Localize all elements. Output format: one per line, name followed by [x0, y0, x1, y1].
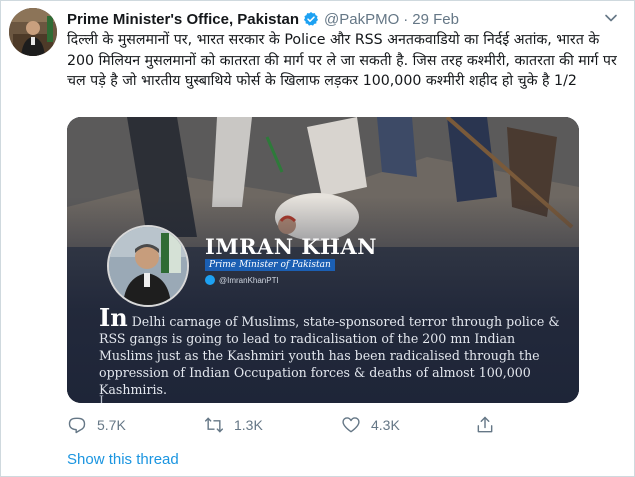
- tweet-container[interactable]: Prime Minister's Office, Pakistan @PakPM…: [0, 0, 635, 477]
- reply-button[interactable]: 5.7K: [67, 415, 126, 435]
- author-name[interactable]: Prime Minister's Office, Pakistan: [67, 11, 299, 28]
- show-thread-link[interactable]: Show this thread: [67, 451, 179, 468]
- header-separator: ·: [403, 10, 409, 28]
- quote-cutoff-text: I: [99, 393, 104, 403]
- author-avatar[interactable]: [9, 8, 57, 56]
- retweet-icon: [204, 417, 224, 433]
- tweet-actions: 5.7K 1.3K 4.3K: [67, 415, 527, 435]
- card-name: IMRAN KHAN: [205, 234, 377, 259]
- quote-dropcap: In: [99, 303, 128, 332]
- share-button[interactable]: [475, 415, 495, 440]
- chevron-down-icon[interactable]: [604, 11, 618, 25]
- quote-text: Delhi carnage of Muslims, state-sponsore…: [99, 314, 560, 397]
- like-count: 4.3K: [371, 417, 400, 433]
- card-handle-text: @ImranKhanPTI: [219, 275, 279, 285]
- retweet-button[interactable]: 1.3K: [204, 415, 263, 435]
- tweet-date[interactable]: 29 Feb: [412, 11, 459, 28]
- reply-count: 5.7K: [97, 417, 126, 433]
- author-handle[interactable]: @PakPMO: [324, 11, 399, 28]
- avatar-photo: [9, 8, 57, 56]
- verified-badge-icon: [303, 11, 319, 27]
- twitter-bird-icon: [205, 275, 215, 285]
- heart-icon: [342, 417, 360, 433]
- tweet-text: दिल्ली के मुसलमानों पर, भारत सरकार के Po…: [67, 32, 617, 89]
- tweet-media-card[interactable]: IMRAN KHAN Prime Minister of Pakistan @I…: [67, 117, 579, 403]
- card-handle: @ImranKhanPTI: [205, 275, 279, 285]
- reply-icon: [68, 417, 86, 434]
- retweet-count: 1.3K: [234, 417, 263, 433]
- card-quote: In Delhi carnage of Muslims, state-spons…: [99, 306, 571, 398]
- card-title-badge: Prime Minister of Pakistan: [205, 259, 335, 271]
- share-icon: [477, 416, 493, 433]
- imran-khan-portrait: [107, 225, 189, 307]
- tweet-header: Prime Minister's Office, Pakistan @PakPM…: [67, 9, 614, 29]
- like-button[interactable]: 4.3K: [341, 415, 400, 435]
